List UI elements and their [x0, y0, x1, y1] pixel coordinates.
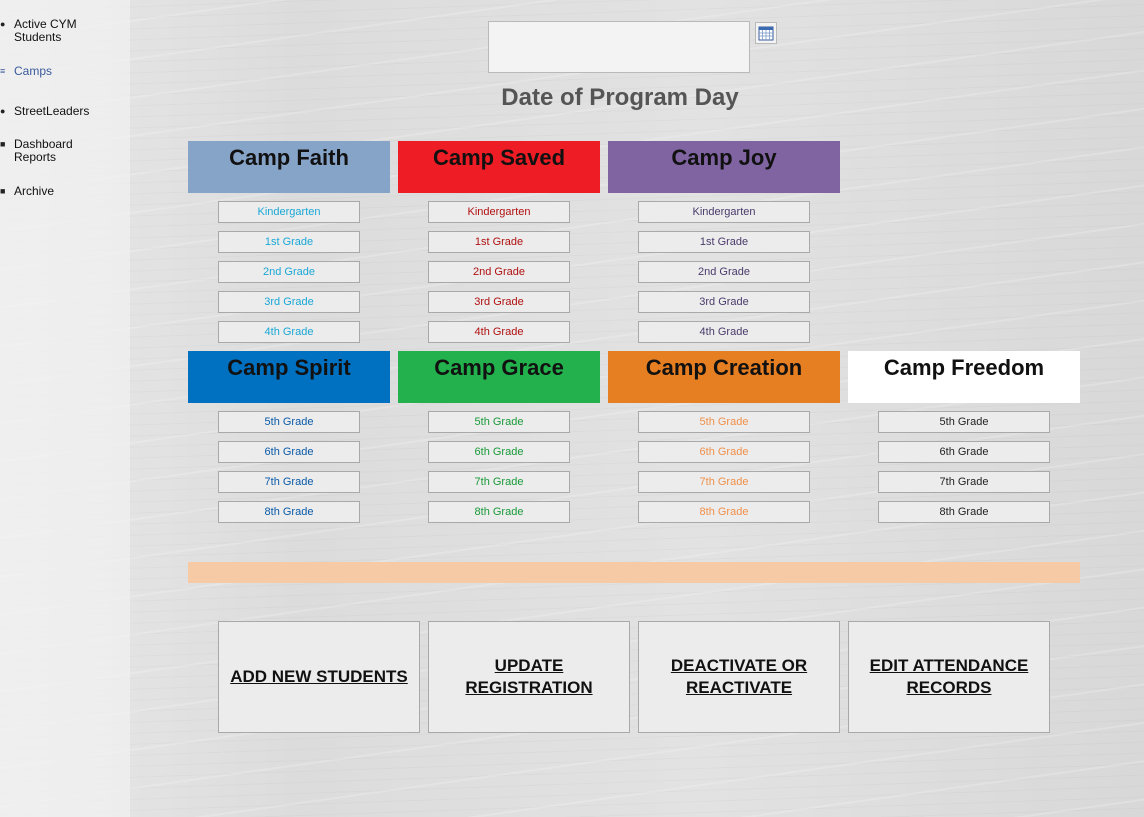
- section-divider: [188, 562, 1080, 583]
- sidebar-item-label: Camps: [14, 64, 53, 78]
- calendar-icon: [758, 26, 774, 41]
- user-icon: ●: [0, 106, 6, 116]
- grade-button-saved[interactable]: Kindergarten: [428, 201, 570, 223]
- sidebar-item-archive[interactable]: ■ Archive: [0, 185, 114, 198]
- sidebar-item-camps[interactable]: ≡ Camps: [0, 65, 114, 78]
- camp-header-creation[interactable]: Camp Creation: [608, 351, 840, 403]
- archive-icon: ■: [0, 186, 6, 196]
- grade-button-joy[interactable]: 4th Grade: [638, 321, 810, 343]
- grade-button-faith[interactable]: Kindergarten: [218, 201, 360, 223]
- chart-icon: ■: [0, 139, 6, 149]
- grade-button-saved[interactable]: 1st Grade: [428, 231, 570, 253]
- camp-header-spirit[interactable]: Camp Spirit: [188, 351, 390, 403]
- edit-attendance-records-button[interactable]: EDIT ATTENDANCE RECORDS: [848, 621, 1050, 733]
- grade-button-grace[interactable]: 8th Grade: [428, 501, 570, 523]
- add-new-students-button[interactable]: ADD NEW STUDENTS: [218, 621, 420, 733]
- grade-button-joy[interactable]: 2nd Grade: [638, 261, 810, 283]
- grade-button-faith[interactable]: 2nd Grade: [218, 261, 360, 283]
- grade-button-creation[interactable]: 5th Grade: [638, 411, 810, 433]
- user-icon: ●: [0, 19, 6, 29]
- program-date-input[interactable]: [488, 21, 750, 73]
- grade-button-faith[interactable]: 1st Grade: [218, 231, 360, 253]
- grade-button-spirit[interactable]: 6th Grade: [218, 441, 360, 463]
- grade-button-grace[interactable]: 5th Grade: [428, 411, 570, 433]
- date-of-program-day-label: Date of Program Day: [501, 84, 739, 111]
- sidebar-nav: ● Active CYM Students ≡ Camps ● StreetLe…: [0, 0, 130, 817]
- grade-button-grace[interactable]: 6th Grade: [428, 441, 570, 463]
- camps-icon: ≡: [0, 66, 6, 76]
- camp-header-joy[interactable]: Camp Joy: [608, 141, 840, 193]
- camp-header-freedom[interactable]: Camp Freedom: [848, 351, 1080, 403]
- grade-button-grace[interactable]: 7th Grade: [428, 471, 570, 493]
- camp-header-saved[interactable]: Camp Saved: [398, 141, 600, 193]
- sidebar-item-label: Archive: [14, 184, 55, 198]
- grade-button-creation[interactable]: 6th Grade: [638, 441, 810, 463]
- grade-button-saved[interactable]: 2nd Grade: [428, 261, 570, 283]
- grade-button-saved[interactable]: 3rd Grade: [428, 291, 570, 313]
- sidebar-item-active-cym-students[interactable]: ● Active CYM Students: [0, 18, 114, 44]
- grade-button-freedom[interactable]: 7th Grade: [878, 471, 1050, 493]
- sidebar-item-dashboard-reports[interactable]: ■ Dashboard Reports: [0, 138, 114, 164]
- update-registration-button[interactable]: UPDATE REGISTRATION: [428, 621, 630, 733]
- sidebar-item-streetleaders[interactable]: ● StreetLeaders: [0, 105, 114, 118]
- grade-button-spirit[interactable]: 5th Grade: [218, 411, 360, 433]
- camp-header-faith[interactable]: Camp Faith: [188, 141, 390, 193]
- grade-button-creation[interactable]: 7th Grade: [638, 471, 810, 493]
- calendar-button[interactable]: [755, 22, 777, 44]
- sidebar-item-label: Active CYM Students: [14, 17, 77, 44]
- grade-button-creation[interactable]: 8th Grade: [638, 501, 810, 523]
- grade-button-freedom[interactable]: 8th Grade: [878, 501, 1050, 523]
- sidebar-item-label: StreetLeaders: [14, 104, 90, 118]
- grade-button-saved[interactable]: 4th Grade: [428, 321, 570, 343]
- grade-button-faith[interactable]: 4th Grade: [218, 321, 360, 343]
- grade-button-faith[interactable]: 3rd Grade: [218, 291, 360, 313]
- grade-button-joy[interactable]: 3rd Grade: [638, 291, 810, 313]
- grade-button-freedom[interactable]: 5th Grade: [878, 411, 1050, 433]
- deactivate-or-reactivate-button[interactable]: DEACTIVATE OR REACTIVATE: [638, 621, 840, 733]
- grade-button-spirit[interactable]: 8th Grade: [218, 501, 360, 523]
- sidebar-item-label: Dashboard Reports: [14, 137, 73, 164]
- grade-button-joy[interactable]: Kindergarten: [638, 201, 810, 223]
- grade-button-spirit[interactable]: 7th Grade: [218, 471, 360, 493]
- grade-button-freedom[interactable]: 6th Grade: [878, 441, 1050, 463]
- grade-button-joy[interactable]: 1st Grade: [638, 231, 810, 253]
- camp-header-grace[interactable]: Camp Grace: [398, 351, 600, 403]
